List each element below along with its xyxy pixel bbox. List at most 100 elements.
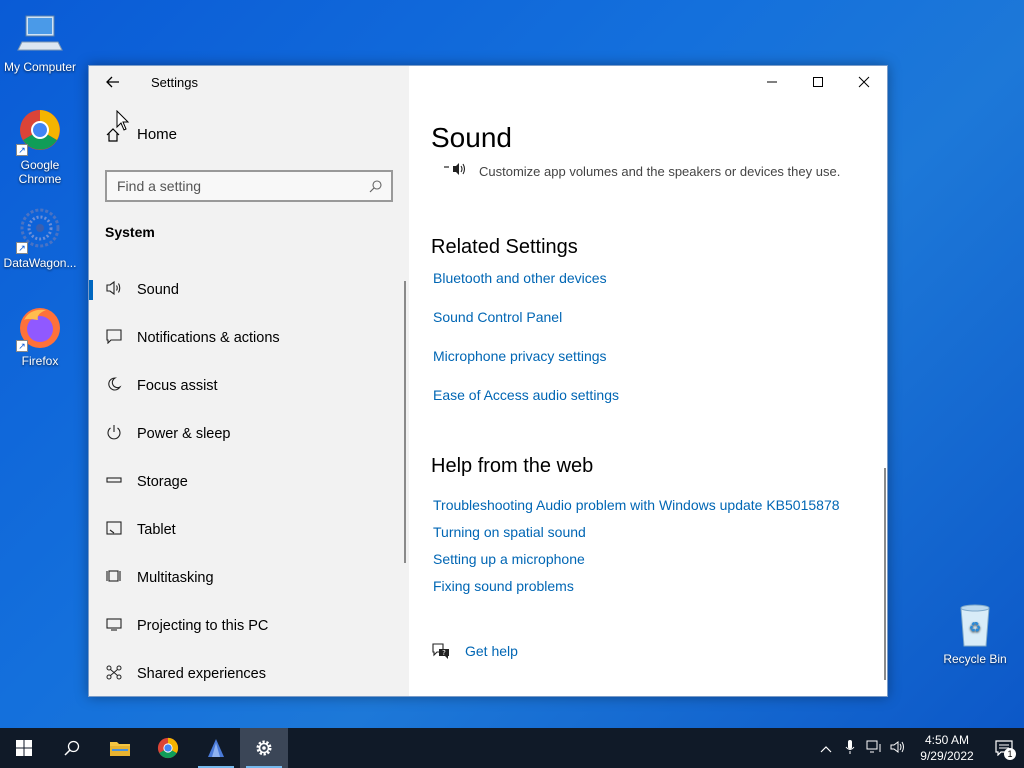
shared-icon bbox=[105, 664, 123, 684]
settings-nav: Sound Notifications & actions Focus assi… bbox=[89, 266, 409, 698]
title-bar: Settings bbox=[89, 66, 409, 98]
chrome-icon bbox=[157, 737, 179, 759]
firefox-icon: ↗ bbox=[16, 304, 64, 352]
search-box[interactable] bbox=[105, 170, 393, 202]
nav-item-notifications[interactable]: Notifications & actions bbox=[89, 314, 409, 362]
multitasking-icon bbox=[105, 568, 123, 588]
nav-item-label: Storage bbox=[137, 474, 188, 490]
start-button[interactable] bbox=[0, 728, 48, 768]
taskbar-file-explorer[interactable] bbox=[96, 728, 144, 768]
help-chat-icon: ? bbox=[432, 643, 449, 659]
svg-text:♻: ♻ bbox=[969, 620, 982, 636]
chevron-up-icon[interactable] bbox=[814, 741, 838, 756]
back-button[interactable] bbox=[99, 72, 127, 94]
nav-item-label: Multitasking bbox=[137, 570, 214, 586]
main-scrollbar[interactable] bbox=[884, 468, 886, 680]
link-microphone-privacy[interactable]: Microphone privacy settings bbox=[433, 348, 607, 364]
nav-item-label: Shared experiences bbox=[137, 666, 266, 682]
nav-item-label: Power & sleep bbox=[137, 426, 231, 442]
desktop-icon-google-chrome[interactable]: ↗ Google Chrome bbox=[0, 108, 80, 186]
related-settings-heading: Related Settings bbox=[431, 236, 578, 258]
gear-icon bbox=[256, 740, 272, 756]
taskbar-chrome[interactable] bbox=[144, 728, 192, 768]
action-center-button[interactable]: 1 bbox=[984, 728, 1024, 768]
storage-icon bbox=[105, 472, 123, 492]
link-sound-control-panel[interactable]: Sound Control Panel bbox=[433, 309, 562, 325]
app-volume-description: Customize app volumes and the speakers o… bbox=[479, 164, 841, 179]
desktop-icon-label: Firefox bbox=[21, 354, 59, 368]
page-title: Sound bbox=[431, 122, 512, 153]
datawagon-icon: ↗ bbox=[16, 206, 64, 254]
get-help-row[interactable]: ? Get help bbox=[431, 642, 518, 660]
nav-item-label: Sound bbox=[137, 282, 179, 298]
shortcut-arrow-icon: ↗ bbox=[16, 340, 28, 352]
nav-item-label: Tablet bbox=[137, 522, 176, 538]
settings-sidebar: Settings Home System Sound bbox=[89, 66, 409, 696]
nav-item-power-sleep[interactable]: Power & sleep bbox=[89, 410, 409, 458]
link-bluetooth-devices[interactable]: Bluetooth and other devices bbox=[433, 270, 607, 286]
close-icon bbox=[858, 76, 870, 88]
desktop-icon-label: My Computer bbox=[3, 60, 77, 74]
desktop-icon-my-computer[interactable]: My Computer bbox=[0, 10, 80, 74]
app-title: Settings bbox=[151, 75, 198, 90]
minimize-icon bbox=[767, 81, 777, 83]
nav-item-storage[interactable]: Storage bbox=[89, 458, 409, 506]
close-button[interactable] bbox=[841, 66, 887, 98]
nav-item-sound[interactable]: Sound bbox=[89, 266, 409, 314]
power-icon bbox=[105, 424, 123, 444]
desktop-icon-datawagon[interactable]: ↗ DataWagon... bbox=[0, 206, 80, 270]
projector-icon bbox=[105, 616, 123, 636]
link-troubleshooting-audio[interactable]: Troubleshooting Audio problem with Windo… bbox=[433, 497, 840, 513]
folder-icon bbox=[110, 742, 130, 756]
taskbar-search-button[interactable] bbox=[48, 728, 96, 768]
sidebar-scrollbar[interactable] bbox=[404, 281, 406, 563]
search-icon bbox=[64, 740, 80, 756]
chrome-icon: ↗ bbox=[16, 108, 64, 156]
windows-logo-icon bbox=[16, 740, 32, 756]
desktop-icon-label: Recycle Bin bbox=[943, 652, 1007, 666]
nav-item-label: Notifications & actions bbox=[137, 330, 280, 346]
notification-count-badge: 1 bbox=[1004, 748, 1016, 760]
desktop-icon-label: DataWagon... bbox=[3, 256, 77, 270]
link-ease-of-access-audio[interactable]: Ease of Access audio settings bbox=[433, 387, 619, 403]
settings-window: Settings Home System Sound bbox=[88, 65, 888, 697]
moon-icon bbox=[105, 376, 123, 396]
get-help-link[interactable]: Get help bbox=[465, 643, 518, 659]
link-setup-microphone[interactable]: Setting up a microphone bbox=[433, 551, 585, 567]
microphone-icon[interactable] bbox=[838, 739, 862, 758]
clock[interactable]: 4:50 AM 9/29/2022 bbox=[910, 732, 984, 764]
nav-item-projecting[interactable]: Projecting to this PC bbox=[89, 602, 409, 650]
computer-icon bbox=[16, 10, 64, 58]
minimize-button[interactable] bbox=[749, 66, 795, 98]
maximize-button[interactable] bbox=[795, 66, 841, 98]
main-content: Sound Customize app volumes and the spea… bbox=[409, 66, 887, 696]
notification-icon bbox=[105, 328, 123, 348]
system-tray: 4:50 AM 9/29/2022 1 bbox=[814, 728, 1024, 768]
taskbar: 4:50 AM 9/29/2022 1 bbox=[0, 728, 1024, 768]
nav-item-tablet[interactable]: Tablet bbox=[89, 506, 409, 554]
nav-item-focus-assist[interactable]: Focus assist bbox=[89, 362, 409, 410]
home-label: Home bbox=[137, 126, 178, 143]
window-controls bbox=[749, 66, 887, 98]
help-from-web-heading: Help from the web bbox=[431, 455, 594, 477]
search-icon[interactable] bbox=[369, 179, 383, 193]
svg-text:?: ? bbox=[442, 649, 446, 657]
taskbar-datawagon[interactable] bbox=[192, 728, 240, 768]
shortcut-arrow-icon: ↗ bbox=[16, 144, 28, 156]
network-icon[interactable] bbox=[862, 740, 886, 757]
link-spatial-sound[interactable]: Turning on spatial sound bbox=[433, 524, 586, 540]
taskbar-settings[interactable] bbox=[240, 728, 288, 768]
app-volume-row[interactable]: Customize app volumes and the speakers o… bbox=[443, 158, 840, 179]
volume-icon[interactable] bbox=[886, 740, 910, 757]
nav-item-multitasking[interactable]: Multitasking bbox=[89, 554, 409, 602]
link-fixing-sound[interactable]: Fixing sound problems bbox=[433, 578, 574, 594]
datawagon-icon bbox=[208, 739, 224, 757]
desktop-icon-recycle-bin[interactable]: ♻ Recycle Bin bbox=[935, 602, 1015, 666]
search-input[interactable] bbox=[117, 178, 357, 194]
speaker-icon bbox=[105, 280, 123, 300]
shortcut-arrow-icon: ↗ bbox=[16, 242, 28, 254]
nav-item-shared-experiences[interactable]: Shared experiences bbox=[89, 650, 409, 698]
back-arrow-icon bbox=[106, 76, 119, 88]
maximize-icon bbox=[813, 77, 823, 87]
desktop-icon-firefox[interactable]: ↗ Firefox bbox=[0, 304, 80, 368]
